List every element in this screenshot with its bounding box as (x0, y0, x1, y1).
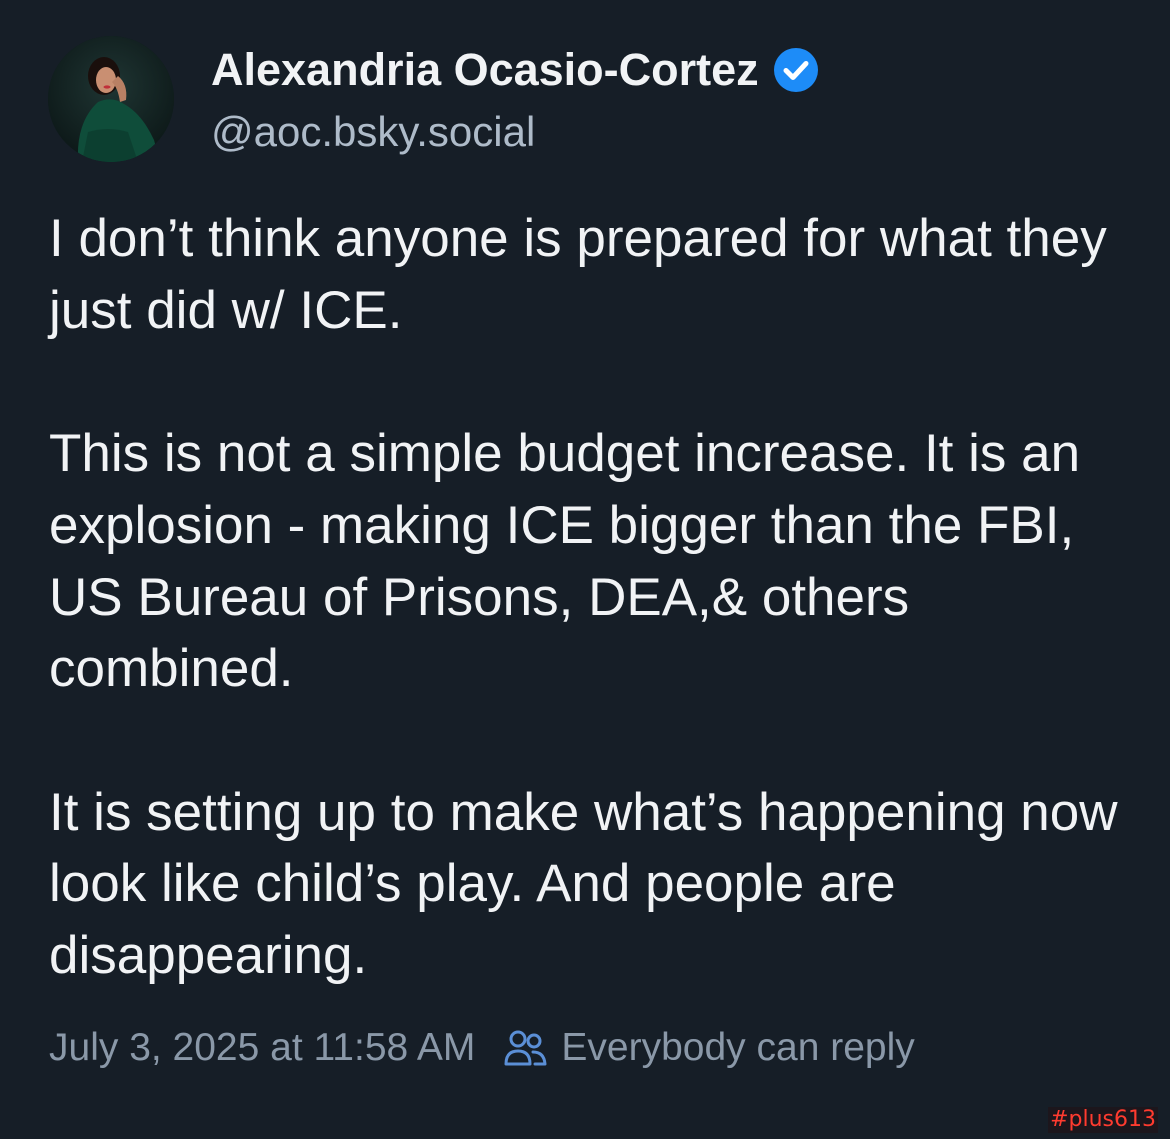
reply-setting: Everybody can reply (503, 1022, 915, 1074)
avatar-image (48, 36, 174, 162)
reply-setting-label: Everybody can reply (561, 1026, 915, 1069)
post-paragraph: I don’t think anyone is prepared for wha… (49, 209, 1107, 340)
author-name[interactable]: Alexandria Ocasio-Cortez (211, 40, 759, 100)
post-paragraph: It is setting up to make what’s happenin… (49, 782, 1118, 985)
post-card: Alexandria Ocasio-Cortez @aoc.bsky.socia… (0, 0, 1170, 1139)
author-avatar[interactable] (48, 36, 174, 162)
post-timestamp[interactable]: July 3, 2025 at 11:58 AM (49, 1022, 475, 1074)
post-meta: July 3, 2025 at 11:58 AM Everybody can r… (49, 1022, 915, 1074)
verified-check-icon (773, 48, 818, 92)
watermark: #plus613 (1048, 1107, 1158, 1133)
users-icon (504, 1030, 547, 1066)
author-name-row[interactable]: Alexandria Ocasio-Cortez (211, 40, 819, 100)
post-body: I don’t think anyone is prepared for wha… (49, 203, 1139, 992)
author-handle[interactable]: @aoc.bsky.social (211, 104, 535, 160)
post-paragraph: This is not a simple budget increase. It… (49, 424, 1081, 699)
